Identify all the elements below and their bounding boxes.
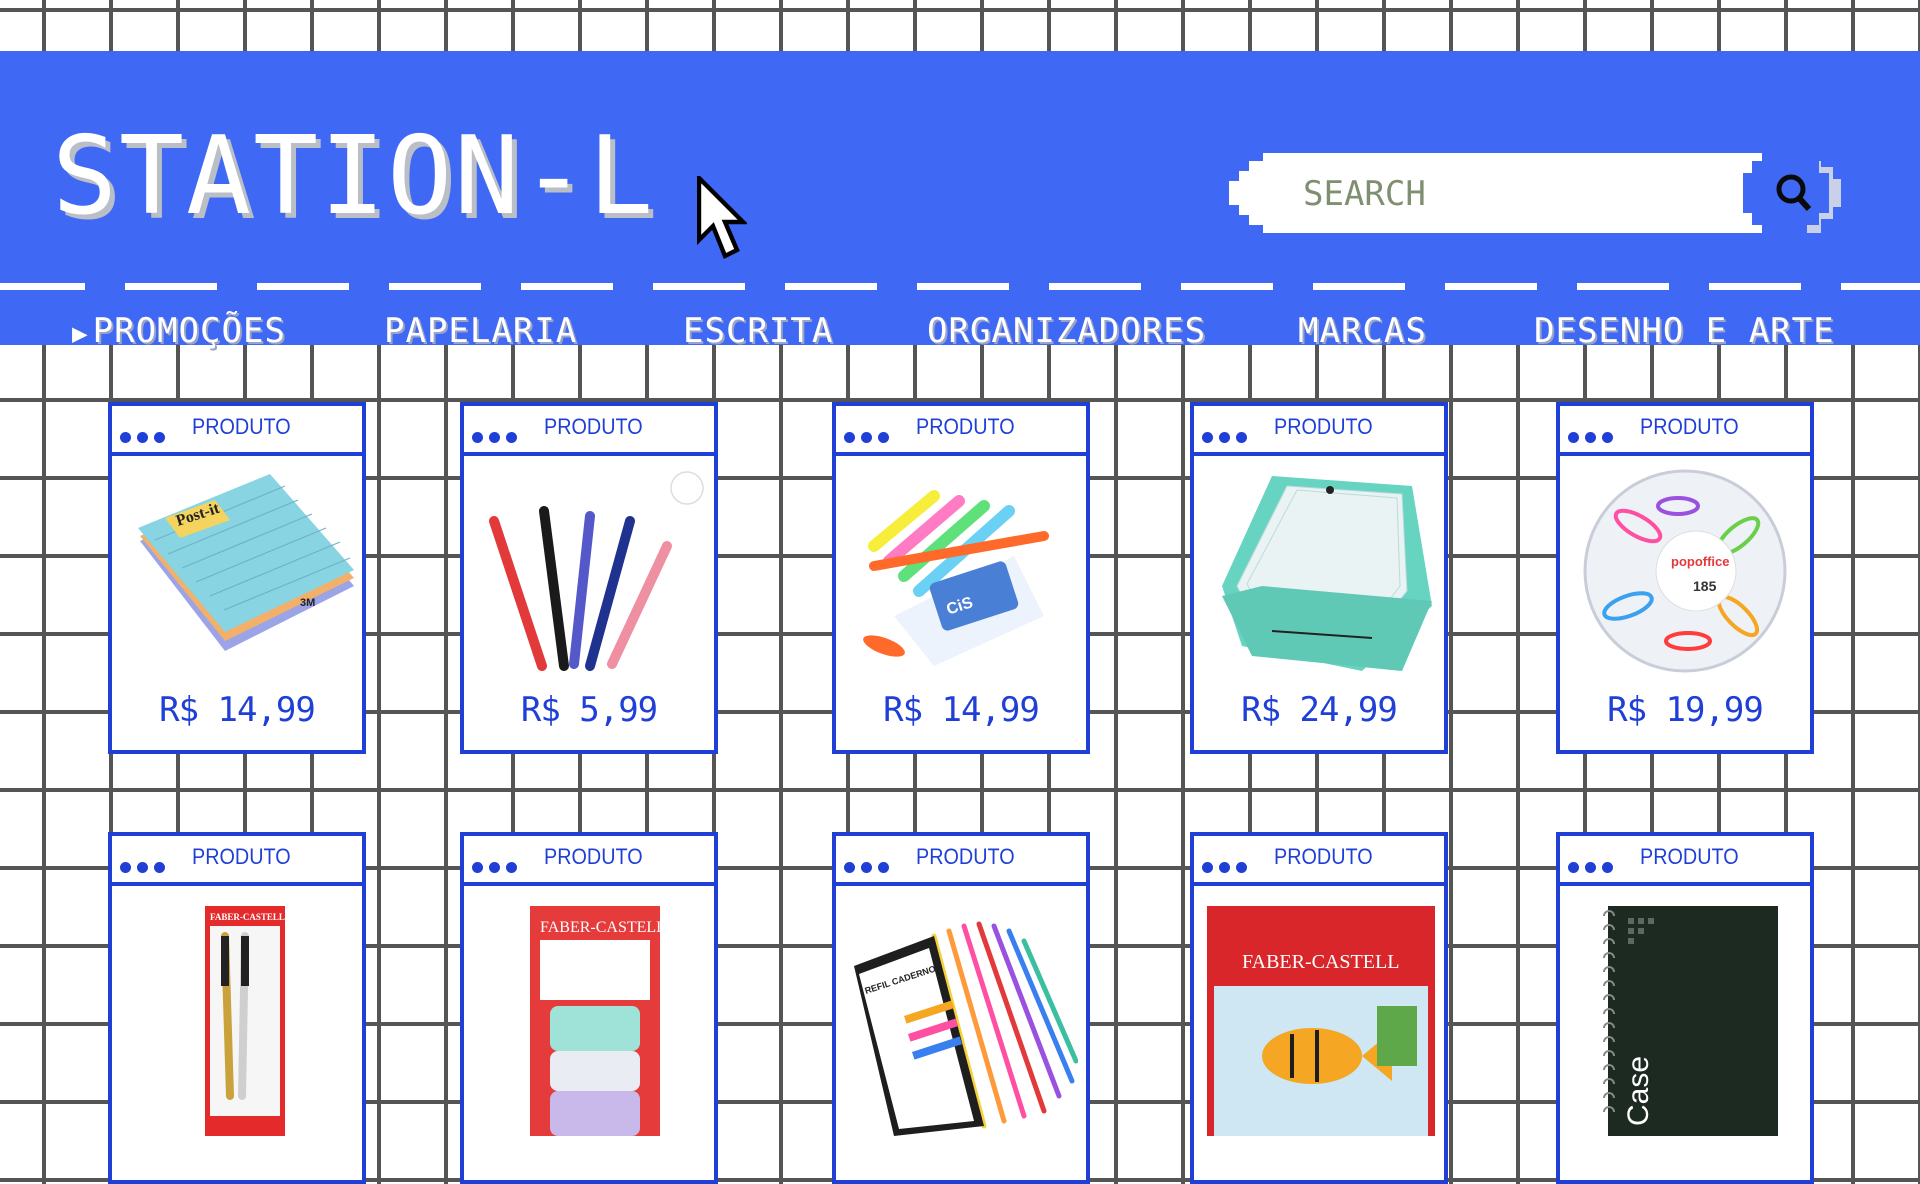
search-bar bbox=[1229, 153, 1851, 233]
product-tag: PRODUTO bbox=[1640, 414, 1739, 439]
nav-item-escrita[interactable]: ESCRITA bbox=[683, 307, 833, 355]
window-dots-icon bbox=[1202, 428, 1253, 447]
card-header: PRODUTO bbox=[112, 836, 362, 886]
card-header: PRODUTO bbox=[1560, 406, 1810, 456]
product-tag: PRODUTO bbox=[1640, 844, 1739, 869]
main-nav: ▶ PROMOÇÕES PAPELARIA ESCRITA ORGANIZADOR… bbox=[0, 307, 1920, 355]
card-header: PRODUTO bbox=[1194, 836, 1444, 886]
svg-text:3M: 3M bbox=[300, 597, 315, 609]
product-tag: PRODUTO bbox=[192, 844, 291, 869]
svg-text:FABER-CASTELL: FABER-CASTELL bbox=[540, 919, 666, 936]
product-tag: PRODUTO bbox=[544, 414, 643, 439]
faber-castell-eraser-image: FABER-CASTELL bbox=[530, 906, 666, 1136]
search-icon[interactable] bbox=[1762, 167, 1824, 219]
sticky-notes-image: Post-it 3M bbox=[138, 474, 354, 651]
window-dots-icon bbox=[472, 858, 523, 877]
header-dashed-divider bbox=[0, 283, 1920, 290]
svg-text:Case: Case bbox=[1622, 1056, 1655, 1126]
nav-item-organizadores[interactable]: ORGANIZADORES bbox=[927, 307, 1206, 355]
clips-container-image: popoffice 185 bbox=[1583, 469, 1787, 673]
window-dots-icon bbox=[1202, 858, 1253, 877]
nav-item-promocoes[interactable]: ▶ PROMOÇÕES bbox=[72, 307, 286, 358]
highlighters-image: CiS bbox=[863, 490, 1049, 666]
product-card[interactable]: PRODUTO REFIL CADERNO bbox=[832, 832, 1090, 1184]
mouse-cursor-icon bbox=[697, 176, 747, 260]
product-tag: PRODUTO bbox=[916, 414, 1015, 439]
nav-item-papelaria[interactable]: PAPELARIA bbox=[384, 307, 577, 355]
nav-item-desenho-e-arte[interactable]: DESENHO E ARTE bbox=[1534, 307, 1835, 355]
product-card[interactable]: PRODUTO Case bbox=[1556, 832, 1814, 1184]
card-header: PRODUTO bbox=[836, 836, 1086, 886]
faber-castell-pens-image: FABER-CASTELL bbox=[205, 906, 285, 1136]
product-tag: PRODUTO bbox=[192, 414, 291, 439]
product-tag: PRODUTO bbox=[916, 844, 1015, 869]
window-dots-icon bbox=[844, 428, 895, 447]
product-price: R$ 19,99 bbox=[1607, 690, 1764, 730]
product-card[interactable]: PRODUTO CiS R$ 14,99 bbox=[832, 402, 1090, 754]
card-header: PRODUTO bbox=[1194, 406, 1444, 456]
window-dots-icon bbox=[472, 428, 523, 447]
spiral-notebook-image: Case bbox=[1603, 906, 1778, 1136]
svg-text:popoffice: popoffice bbox=[1671, 554, 1730, 569]
product-card[interactable]: PRODUTO FABER-CASTELL bbox=[108, 832, 366, 1184]
faber-castell-watercolor-image: FABER-CASTELL bbox=[1207, 906, 1435, 1136]
svg-text:FABER-CASTELL: FABER-CASTELL bbox=[210, 912, 285, 922]
card-header: PRODUTO bbox=[1560, 836, 1810, 886]
card-header: PRODUTO bbox=[112, 406, 362, 456]
expanding-file-folder-image bbox=[1222, 476, 1432, 671]
binder-dividers-image: REFIL CADERNO bbox=[854, 921, 1078, 1136]
window-dots-icon bbox=[120, 428, 171, 447]
product-price: R$ 5,99 bbox=[520, 690, 658, 730]
pens-image bbox=[489, 471, 704, 671]
svg-text:FABER-CASTELL: FABER-CASTELL bbox=[1242, 951, 1399, 973]
window-dots-icon bbox=[1568, 858, 1619, 877]
nav-item-marcas[interactable]: MARCAS bbox=[1298, 307, 1427, 355]
product-card[interactable]: PRODUTO popoffice 185 R$ 19,99 bbox=[1556, 402, 1814, 754]
product-tag: PRODUTO bbox=[544, 844, 643, 869]
card-header: PRODUTO bbox=[836, 406, 1086, 456]
search-input[interactable] bbox=[1301, 167, 1745, 221]
play-arrow-icon: ▶ bbox=[72, 319, 89, 349]
site-logo[interactable]: STATION-L bbox=[52, 123, 655, 231]
card-header: PRODUTO bbox=[464, 836, 714, 886]
product-price: R$ 24,99 bbox=[1241, 690, 1398, 730]
product-tag: PRODUTO bbox=[1274, 844, 1373, 869]
product-card[interactable]: PRODUTO R$ 24,99 bbox=[1190, 402, 1448, 754]
svg-text:185: 185 bbox=[1693, 578, 1717, 594]
product-price: R$ 14,99 bbox=[883, 690, 1040, 730]
product-price: R$ 14,99 bbox=[159, 690, 316, 730]
product-card[interactable]: PRODUTO R$ 5,99 bbox=[460, 402, 718, 754]
product-tag: PRODUTO bbox=[1274, 414, 1373, 439]
window-dots-icon bbox=[844, 858, 895, 877]
product-card[interactable]: PRODUTO FABER-CASTELL bbox=[460, 832, 718, 1184]
product-card[interactable]: PRODUTO FABER-CASTELL bbox=[1190, 832, 1448, 1184]
site-header: STATION-L ▶PROMOÇÕES PAPELARIA ESCRITA O… bbox=[0, 51, 1920, 351]
window-dots-icon bbox=[120, 858, 171, 877]
window-dots-icon bbox=[1568, 428, 1619, 447]
card-header: PRODUTO bbox=[464, 406, 714, 456]
product-card[interactable]: PRODUTO Post-it 3M R$ 14,99 bbox=[108, 402, 366, 754]
